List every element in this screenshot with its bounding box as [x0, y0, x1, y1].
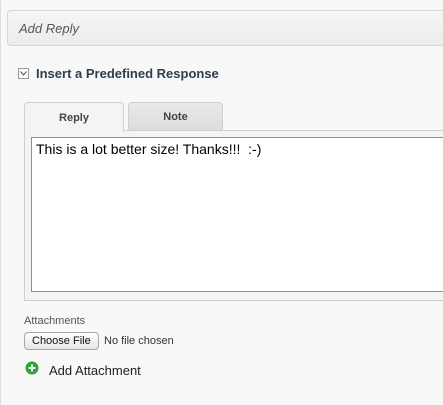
predefined-response-toggle[interactable]: Insert a Predefined Response	[18, 65, 219, 81]
plus-circle-icon[interactable]	[25, 361, 39, 380]
chevron-down-icon[interactable]	[18, 67, 29, 79]
add-reply-header: Add Reply	[7, 10, 443, 46]
add-attachment-label[interactable]: Add Attachment	[49, 363, 141, 378]
reply-textarea[interactable]: This is a lot better size! Thanks!!! :-)	[31, 137, 443, 292]
predefined-response-label[interactable]: Insert a Predefined Response	[36, 66, 219, 81]
choose-file-button[interactable]: Choose File	[24, 332, 99, 350]
reply-container: Add Reply Insert a Predefined Response R…	[0, 0, 443, 405]
add-attachment-link[interactable]: Add Attachment	[25, 361, 141, 380]
tab-note[interactable]: Note	[128, 102, 223, 131]
attachments-label: Attachments	[24, 315, 86, 327]
no-file-chosen-text: No file chosen	[104, 335, 174, 347]
tab-reply[interactable]: Reply	[24, 102, 124, 132]
header-title: Add Reply	[19, 21, 79, 36]
